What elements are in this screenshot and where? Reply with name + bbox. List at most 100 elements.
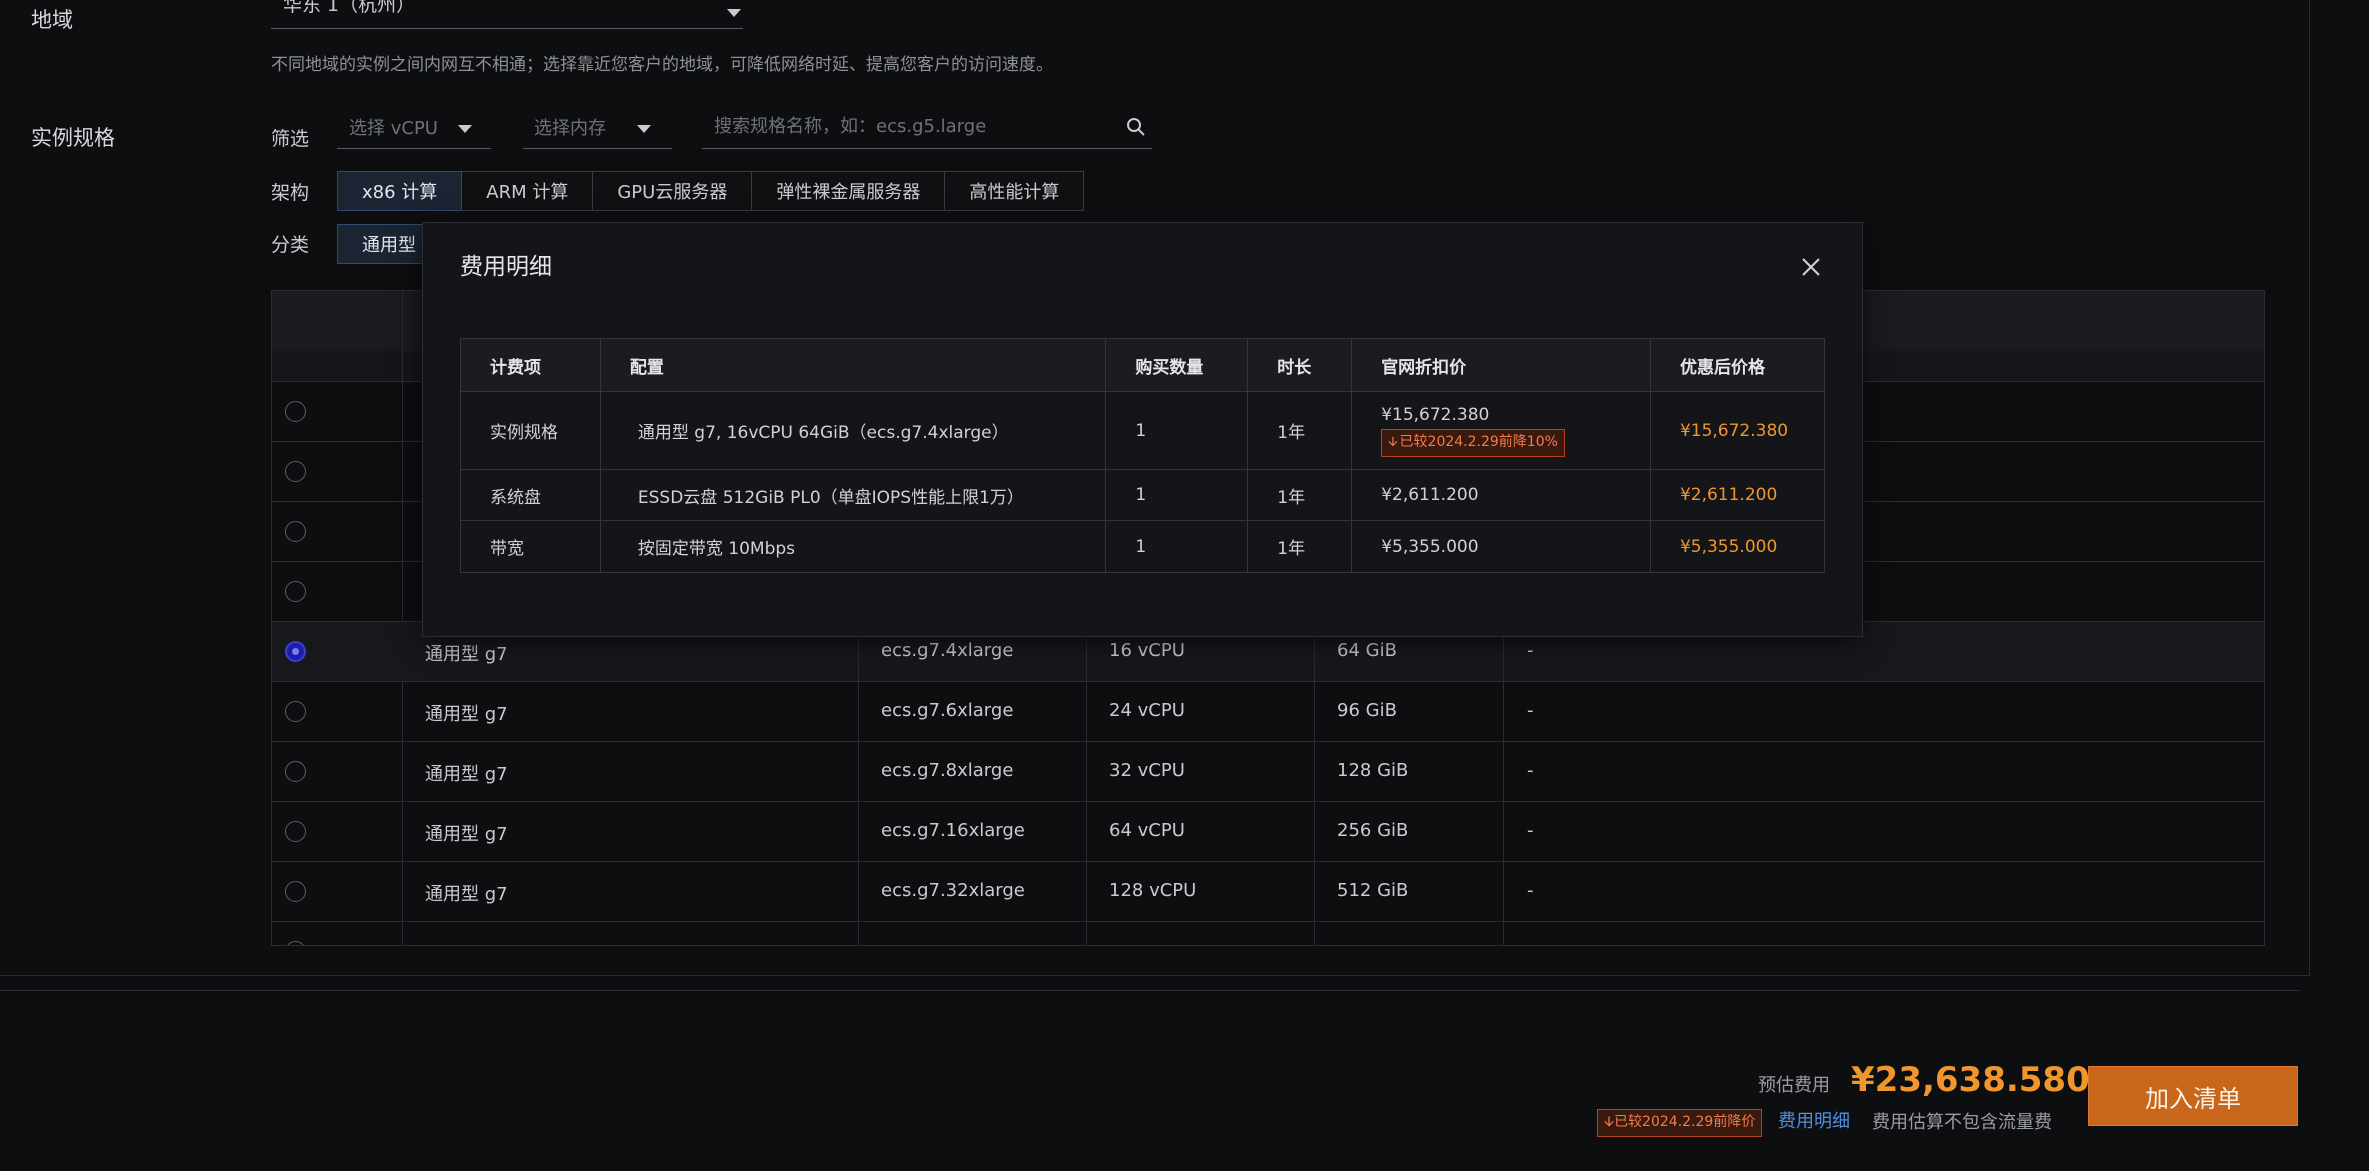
region-label: 地域	[31, 8, 73, 32]
header-final-price: 优惠后价格	[1649, 338, 1826, 392]
row-family: 通用型 g7	[425, 824, 508, 845]
spec-search-placeholder: 搜索规格名称，如：ecs.g5.large	[714, 116, 987, 137]
fee-final-price: ¥2,611.200	[1649, 469, 1826, 521]
row-radio[interactable]	[285, 521, 306, 542]
row-family: 通用型 g7	[425, 884, 508, 905]
row-memory: 128 GiB	[1337, 760, 1409, 781]
row-radio[interactable]	[285, 761, 306, 782]
category-label: 分类	[271, 234, 310, 256]
row-vcpu: 16 vCPU	[1109, 640, 1185, 661]
fee-list-price-cell: ¥15,672.380 🡫 已较2024.2.29前降10%	[1351, 391, 1651, 470]
instance-spec-label: 实例规格	[31, 126, 115, 150]
discount-badge-text: 已较2024.2.29前降10%	[1399, 433, 1558, 450]
region-select[interactable]: 华东 1（杭州）	[271, 0, 743, 29]
row-radio[interactable]	[285, 941, 306, 945]
row-memory: 512 GiB	[1337, 880, 1409, 901]
table-row[interactable]: 通用型 g7 ecs.g7.8xlarge 32 vCPU 128 GiB -	[272, 741, 2264, 802]
row-radio[interactable]	[285, 581, 306, 602]
chevron-down-icon	[727, 9, 741, 17]
arch-option-hpc[interactable]: 高性能计算	[945, 171, 1085, 211]
row-spec: ecs.g7.6xlarge	[881, 700, 1014, 721]
row-extra: -	[1527, 820, 1534, 841]
spec-search-input[interactable]: 搜索规格名称，如：ecs.g5.large	[702, 114, 1152, 149]
row-memory: 256 GiB	[1337, 820, 1409, 841]
row-radio-selected[interactable]	[285, 641, 306, 662]
region-hint: 不同地域的实例之间内网互不相通；选择靠近您客户的地域，可降低网络时延、提高您客户…	[271, 55, 1053, 75]
page-right-border	[2309, 0, 2310, 975]
row-radio[interactable]	[285, 881, 306, 902]
row-radio[interactable]	[285, 821, 306, 842]
fee-qty: 1	[1105, 520, 1249, 573]
row-radio[interactable]	[285, 701, 306, 722]
fee-config: ESSD云盘 512GiB PL0（单盘IOPS性能上限1万）	[599, 469, 1107, 521]
row-vcpu: 24 vCPU	[1109, 700, 1185, 721]
close-icon[interactable]	[1800, 256, 1822, 278]
fee-row-system-disk: 系统盘 ESSD云盘 512GiB PL0（单盘IOPS性能上限1万） 1 1年…	[460, 469, 1826, 521]
row-radio[interactable]	[285, 461, 306, 482]
vcpu-select[interactable]: 选择 vCPU	[337, 114, 491, 149]
arrow-down-icon: 🡫	[1604, 1114, 1615, 1130]
fee-config: 按固定带宽 10Mbps	[599, 520, 1107, 573]
header-config: 配置	[599, 338, 1107, 392]
fee-detail-modal: 费用明细 计费项 配置 购买数量 时长 官网折扣价 优惠后价格 实例规格 通用型…	[422, 222, 1863, 637]
fee-duration: 1年	[1247, 520, 1353, 573]
fee-detail-link[interactable]: 费用明细	[1778, 1107, 1850, 1133]
discount-badge: 🡫 已较2024.2.29前降10%	[1381, 428, 1565, 457]
fee-final-price: ¥15,672.380	[1649, 391, 1826, 470]
column-divider	[1503, 621, 1504, 945]
fee-row-bandwidth: 带宽 按固定带宽 10Mbps 1 1年 ¥5,355.000 ¥5,355.0…	[460, 520, 1826, 573]
fee-final-price: ¥5,355.000	[1649, 520, 1826, 573]
row-vcpu: 128 vCPU	[1109, 880, 1197, 901]
footer-top-border	[0, 990, 2300, 991]
search-icon[interactable]	[1126, 117, 1146, 137]
fee-qty: 1	[1105, 469, 1249, 521]
row-spec: ecs.g7.32xlarge	[881, 880, 1025, 901]
fee-item: 系统盘	[460, 469, 601, 521]
arch-option-bare-metal[interactable]: 弹性裸金属服务器	[752, 171, 946, 211]
footer-discount-badge: 🡫已较2024.2.29前降价	[1597, 1109, 1763, 1137]
header-quantity: 购买数量	[1105, 338, 1249, 392]
arrow-down-icon: 🡫	[1388, 434, 1398, 450]
row-family: 通用型 g7	[425, 764, 508, 785]
fee-note: 费用估算不包含流量费	[1872, 1112, 2052, 1133]
row-extra: -	[1527, 640, 1534, 661]
table-row[interactable]: 通用型 g7 ecs.g7.32xlarge 128 vCPU 512 GiB …	[272, 861, 2264, 922]
chevron-down-icon	[458, 125, 472, 133]
header-billing-item: 计费项	[460, 338, 601, 392]
fee-item: 带宽	[460, 520, 601, 573]
fee-qty: 1	[1105, 391, 1249, 470]
memory-select[interactable]: 选择内存	[523, 114, 672, 149]
row-family: 通用型 g7	[425, 704, 508, 725]
fee-list-price: ¥2,611.200	[1351, 469, 1651, 521]
row-extra: -	[1527, 760, 1534, 781]
arch-label: 架构	[271, 182, 310, 204]
header-duration: 时长	[1247, 338, 1353, 392]
row-memory: 96 GiB	[1337, 700, 1397, 721]
header-list-price: 官网折扣价	[1351, 338, 1651, 392]
fee-duration: 1年	[1247, 469, 1353, 521]
row-vcpu: 64 vCPU	[1109, 820, 1185, 841]
fee-table-header-row: 计费项 配置 购买数量 时长 官网折扣价 优惠后价格	[460, 338, 1826, 392]
arch-option-x86[interactable]: x86 计算	[337, 171, 463, 211]
arch-option-gpu[interactable]: GPU云服务器	[593, 171, 753, 211]
modal-title: 费用明细	[460, 254, 552, 280]
column-divider	[858, 621, 859, 945]
region-select-value: 华东 1（杭州）	[283, 0, 416, 16]
fee-duration: 1年	[1247, 391, 1353, 470]
fee-list-price: ¥15,672.380	[1381, 404, 1490, 425]
estimate-price: ¥23,638.580	[1851, 1060, 2090, 1100]
row-spec: ecs.g7.16xlarge	[881, 820, 1025, 841]
fee-config: 通用型 g7, 16vCPU 64GiB（ecs.g7.4xlarge）	[599, 391, 1107, 470]
row-family: 通用型 g7	[425, 644, 508, 665]
table-row[interactable]: 通用型 g7 ecs.g7.6xlarge 24 vCPU 96 GiB -	[272, 681, 2264, 742]
row-extra: -	[1527, 700, 1534, 721]
add-to-list-button[interactable]: 加入清单	[2088, 1066, 2298, 1126]
table-row[interactable]	[272, 921, 2264, 945]
row-radio[interactable]	[285, 401, 306, 422]
fee-row-instance: 实例规格 通用型 g7, 16vCPU 64GiB（ecs.g7.4xlarge…	[460, 391, 1826, 470]
arch-option-arm[interactable]: ARM 计算	[462, 171, 594, 211]
table-row[interactable]: 通用型 g7 ecs.g7.16xlarge 64 vCPU 256 GiB -	[272, 801, 2264, 862]
fee-detail-table: 计费项 配置 购买数量 时长 官网折扣价 优惠后价格 实例规格 通用型 g7, …	[460, 338, 1826, 573]
memory-select-placeholder: 选择内存	[534, 118, 606, 139]
section-bottom-border	[0, 975, 2310, 976]
